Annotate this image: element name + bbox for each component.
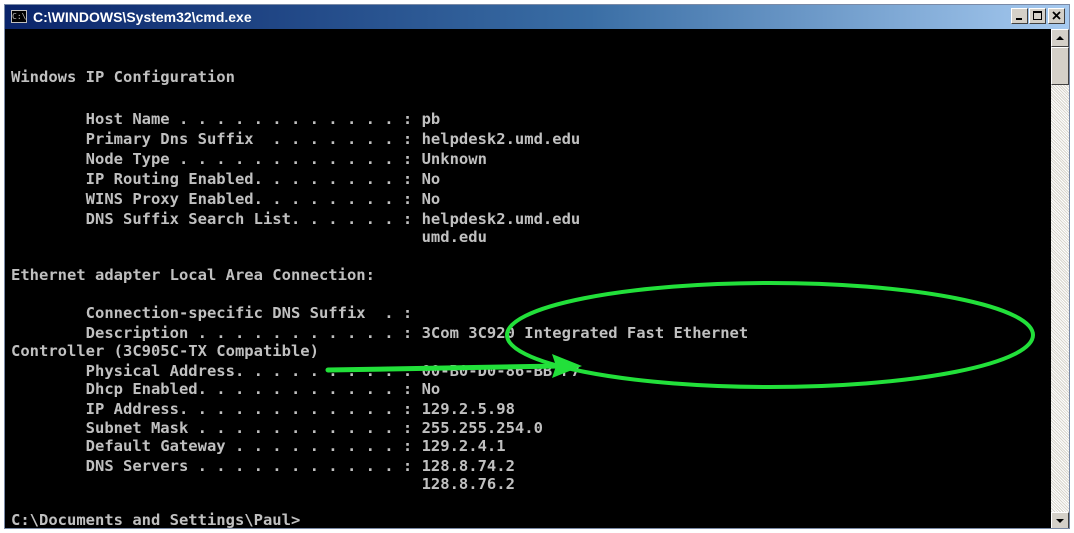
scroll-up-button[interactable] [1051, 29, 1069, 47]
console-line: Physical Address. . . . . . . . . : 00-B… [11, 362, 581, 380]
console-output[interactable]: Windows IP Configuration Host Name . . .… [5, 29, 1051, 529]
console-line: Default Gateway . . . . . . . . . : 129.… [11, 437, 506, 455]
console-line: umd.edu [11, 228, 487, 246]
console-line: IP Address. . . . . . . . . . . . : 129.… [11, 400, 515, 418]
close-icon [1052, 11, 1061, 20]
console-line: WINS Proxy Enabled. . . . . . . . : No [11, 190, 441, 208]
console-line: Dhcp Enabled. . . . . . . . . . . : No [11, 380, 441, 398]
console-line: IP Routing Enabled. . . . . . . . : No [11, 170, 441, 188]
console-line: Connection-specific DNS Suffix . : [11, 304, 413, 322]
cmd-app-icon[interactable]: C:\ [11, 10, 27, 23]
scrollbar-thumb[interactable] [1051, 47, 1069, 85]
console-line: Windows IP Configuration [11, 68, 235, 86]
cmd-window: C:\ C:\WINDOWS\System32\cmd.exe Windows … [4, 4, 1070, 529]
command-prompt: C:\Documents and Settings\Paul> [11, 511, 301, 529]
arrow-down-icon [1056, 519, 1064, 523]
console-line: Controller (3C905C-TX Compatible) [11, 342, 319, 360]
console-line: DNS Suffix Search List. . . . . . : help… [11, 210, 581, 228]
console-line: Ethernet adapter Local Area Connection: [11, 266, 375, 284]
console-line: 128.8.76.2 [11, 475, 515, 493]
console-line: DNS Servers . . . . . . . . . . . : 128.… [11, 457, 515, 475]
console-line: Host Name . . . . . . . . . . . . : pb [11, 110, 441, 128]
console-line: Description . . . . . . . . . . . : 3Com… [11, 324, 749, 342]
console-line: Subnet Mask . . . . . . . . . . . : 255.… [11, 419, 543, 437]
minimize-icon [1016, 18, 1022, 20]
scroll-down-button[interactable] [1051, 512, 1069, 528]
maximize-icon [1033, 11, 1042, 20]
console-line: Primary Dns Suffix . . . . . . . : helpd… [11, 130, 581, 148]
title-bar[interactable]: C:\ C:\WINDOWS\System32\cmd.exe [5, 5, 1069, 29]
close-button[interactable] [1048, 8, 1065, 24]
arrow-up-icon [1056, 36, 1064, 40]
maximize-button[interactable] [1029, 8, 1046, 24]
console-line: Node Type . . . . . . . . . . . . : Unkn… [11, 150, 487, 168]
window-title: C:\WINDOWS\System32\cmd.exe [33, 9, 252, 25]
vertical-scrollbar[interactable] [1051, 29, 1069, 528]
minimize-button[interactable] [1011, 8, 1028, 24]
